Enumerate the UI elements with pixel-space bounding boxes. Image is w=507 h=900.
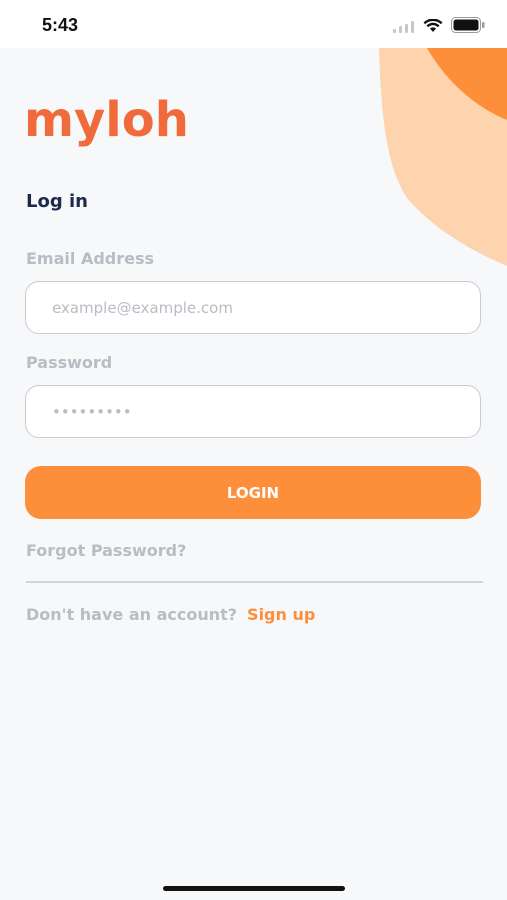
home-indicator[interactable] [163, 886, 345, 891]
password-label: Password [26, 353, 113, 372]
battery-icon [451, 17, 485, 37]
forgot-password-link[interactable]: Forgot Password? [26, 541, 186, 560]
wifi-icon [423, 18, 443, 37]
login-button[interactable]: LOGIN [25, 466, 481, 519]
signup-row: Don't have an account? Sign up [26, 605, 315, 624]
email-field[interactable] [52, 298, 454, 317]
decorative-blob [377, 48, 507, 268]
email-label: Email Address [26, 249, 155, 268]
divider [26, 581, 483, 583]
password-field-container[interactable] [25, 385, 481, 438]
signup-link[interactable]: Sign up [247, 605, 315, 624]
signal-icon [393, 18, 415, 37]
status-time: 5:43 [42, 15, 79, 35]
no-account-text: Don't have an account? [26, 605, 238, 624]
email-field-container[interactable] [25, 281, 481, 334]
page-title: Log in [26, 191, 88, 212]
password-field[interactable] [52, 402, 454, 421]
status-bar: 5:43 [0, 0, 507, 48]
brand-logo: myloh [24, 92, 189, 148]
status-icons [393, 17, 485, 37]
